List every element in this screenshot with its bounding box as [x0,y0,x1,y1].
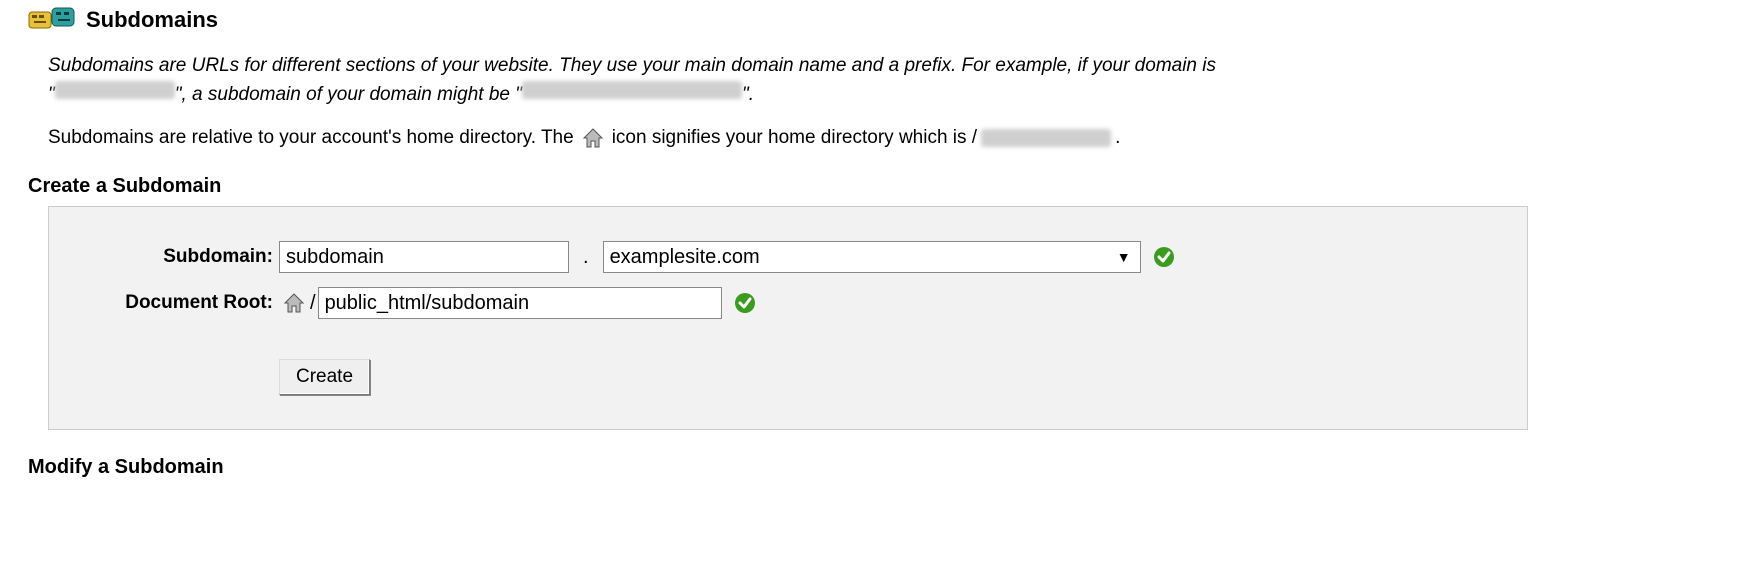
docroot-slash: / [310,292,316,315]
intro-text-b: ", a subdomain of your domain might be " [175,84,522,105]
intro-text-a: Subdomains are URLs for different sectio… [48,55,1216,76]
create-subdomain-heading: Create a Subdomain [28,175,1724,198]
intro-blur-2: …………………………… [522,81,742,99]
document-root-input[interactable] [318,287,722,319]
subdomain-label: Subdomain: [69,246,279,268]
intro-paragraph: Subdomains are URLs for different sectio… [48,52,1448,109]
home-icon [582,127,604,149]
document-root-label: Document Root: [69,292,279,314]
create-button[interactable]: Create [279,359,370,395]
info-end: . [1115,127,1120,149]
subdomain-input[interactable] [279,241,569,273]
valid-check-icon [734,292,756,314]
intro-quote-open: " [48,84,55,105]
modify-subdomain-heading: Modify a Subdomain [28,456,1724,479]
subdomains-icon [28,6,76,34]
valid-check-icon [1153,246,1175,268]
dot-separator: . [583,246,589,269]
intro-text-c: ". [742,84,754,105]
home-icon [283,292,305,314]
info-text-post: icon signifies your home directory which… [612,127,977,149]
domain-select[interactable]: examplesite.com [603,241,1141,273]
home-directory-info: Subdomains are relative to your account'… [48,127,1724,149]
page-title: Subdomains [86,7,218,33]
intro-blur-1: ……………… [55,81,175,99]
info-text-pre: Subdomains are relative to your account'… [48,127,574,149]
create-subdomain-panel: Subdomain: . examplesite.com ▼ Document … [48,206,1528,430]
info-path-blur: ………………… [981,129,1111,147]
